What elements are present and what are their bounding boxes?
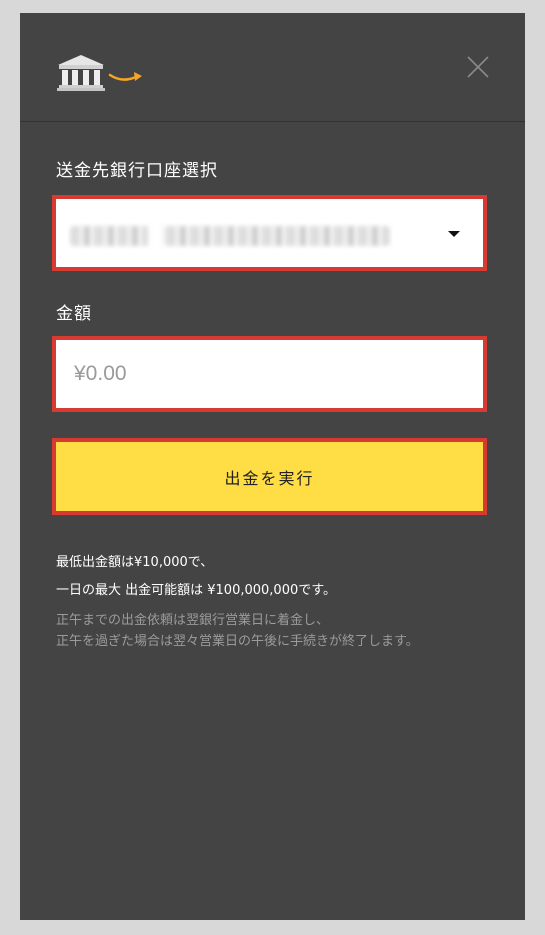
- withdraw-submit-button[interactable]: 出金を実行: [52, 438, 487, 515]
- timing-note-2: 正午を過ぎた場合は翌々営業日の午後に手続きが終了します。: [56, 634, 419, 649]
- close-icon[interactable]: [464, 53, 492, 81]
- max-amount-note: 一日の最大 出金可能額は ¥100,000,000です。: [56, 583, 336, 598]
- bank-account-select[interactable]: [52, 195, 487, 271]
- amount-field: [52, 336, 487, 412]
- min-amount-note: 最低出金額は¥10,000で、: [56, 555, 214, 570]
- amount-label: 金額: [56, 304, 92, 324]
- amount-input[interactable]: [56, 340, 483, 408]
- withdraw-panel: 送金先銀行口座選択 金額 出金を実行 最低出金額は¥10,000で、 一日の最大…: [20, 13, 525, 920]
- caret-down-icon: [448, 231, 460, 237]
- masked-account-value: [70, 222, 390, 250]
- timing-note-1: 正午までの出金依頼は翌銀行営業日に着金し、: [56, 613, 330, 628]
- bank-building-icon: [57, 55, 142, 91]
- panel-header: [20, 13, 525, 122]
- bank-account-label: 送金先銀行口座選択: [56, 161, 218, 181]
